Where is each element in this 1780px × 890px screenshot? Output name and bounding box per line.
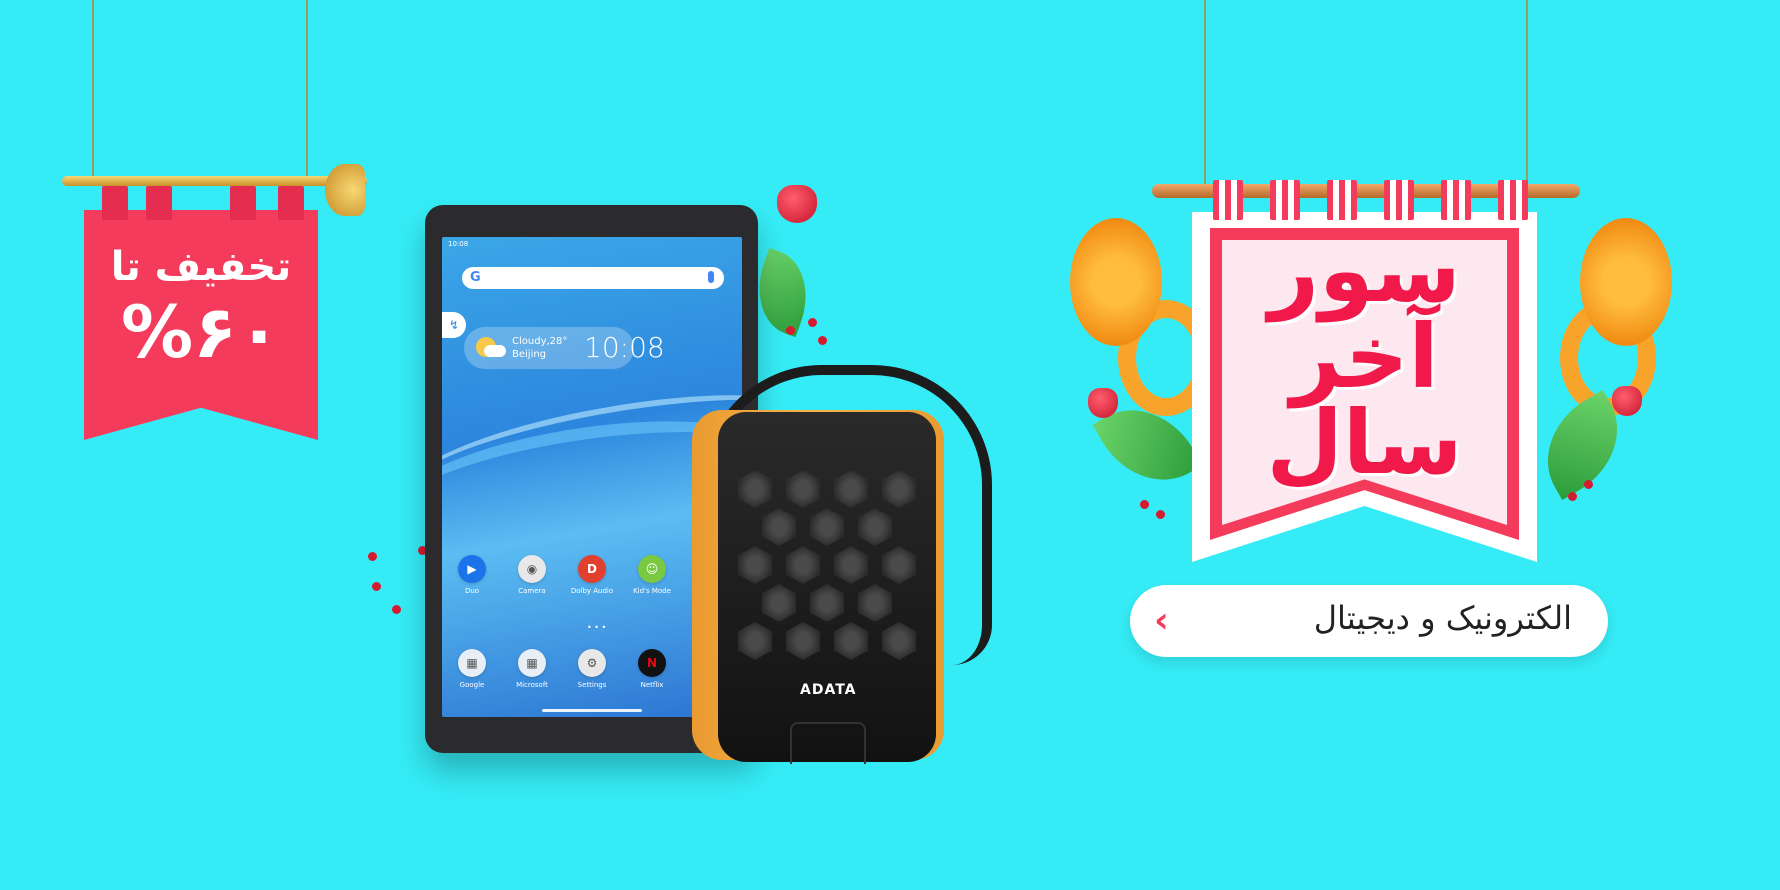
camera-icon: ▶ [458,555,486,583]
camera-icon: ◉ [518,555,546,583]
flag-tab [1441,180,1471,220]
google-logo-icon: G [470,270,481,285]
berry-icon [392,605,401,614]
app-microsoft[interactable]: ▦ Microsoft [507,649,557,689]
app-kid-s-mode[interactable]: ☺ Kid's Mode [627,555,677,595]
berry-icon [786,326,795,335]
banner-title: سور آخر سال [1266,219,1463,494]
flag-tab [230,186,256,220]
netflix-icon: N [638,649,666,677]
chevron-left-icon: ‹ [1154,600,1169,641]
app-label: Dolby Audio [570,587,614,595]
discount-label: تخفیف تا [110,244,292,290]
app-label: Google [459,681,485,689]
flag-tab [1384,180,1414,220]
berry-icon [1568,492,1577,501]
hanging-string [92,0,94,180]
berry-icon [808,318,817,327]
gear-icon: ⚙ [578,649,606,677]
app-camera[interactable]: ◉ Camera [507,555,557,595]
hanging-string [1204,0,1206,185]
hdd-brand-logo: ADATA [800,682,857,698]
tulip-icon [777,185,817,223]
google-search-bar[interactable]: G [462,267,724,289]
flag-tab [278,186,304,220]
folder-icon: ▦ [518,649,546,677]
category-label: الکترونیک و دیجیتال [1313,599,1572,637]
berry-icon [1584,480,1593,489]
hanging-string [1526,0,1528,185]
tulip-icon [1612,386,1642,416]
weather-city: Beijing [512,349,547,360]
weather-widget[interactable]: Cloudy,28° Beijing 10:08 [464,327,665,369]
promo-banner[interactable]: { "discount": { "line1": "تخفیف تا", "li… [0,0,1780,890]
berry-icon [818,336,827,345]
app-label: Camera [518,587,546,595]
flag-tab [102,186,128,220]
berry-icon [1156,510,1165,519]
app-settings[interactable]: ⚙ Settings [567,649,617,689]
berry-icon [368,552,377,561]
page-indicator: • • • [587,623,607,632]
folder-icon: ▦ [458,649,486,677]
app-label: Netflix [640,681,664,689]
trumpet-bell-icon [325,164,365,216]
flag-tab [1213,180,1243,220]
hdd-port [790,722,866,764]
side-panel-handle-icon[interactable]: ↯ [442,312,466,338]
kids-icon: ☺ [638,555,666,583]
berry-icon [1140,500,1149,509]
flag-tab [146,186,172,220]
flag-tab [1327,180,1357,220]
app-dolby-audio[interactable]: D Dolby Audio [567,555,617,595]
flag-tab [1270,180,1300,220]
mic-icon[interactable] [708,271,714,283]
tulip-icon [1088,388,1118,418]
app-label: Kid's Mode [633,587,671,595]
trumpet-icon [1070,218,1162,346]
weather-text: Cloudy,28° Beijing [512,335,567,361]
trumpet-rod [62,176,367,186]
app-netflix[interactable]: N Netflix [627,649,677,689]
app-label: Duo [464,587,480,595]
app-google[interactable]: ▦ Google [447,649,497,689]
hanging-string [306,0,308,180]
category-link-button[interactable]: ‹ الکترونیک و دیجیتال [1130,585,1608,657]
weather-condition: Cloudy,28° [512,336,568,347]
flag-tab [1498,180,1528,220]
discount-percent: %۶۰ [120,290,282,374]
berry-icon [372,582,381,591]
gesture-bar[interactable] [542,709,642,712]
app-label: Settings [577,681,607,689]
trumpet-icon [1580,218,1672,346]
app-duo[interactable]: ▶ Duo [447,555,497,595]
clock: 10:08 [584,331,665,364]
status-time: 10:08 [448,240,469,248]
dolby-icon: D [578,555,606,583]
app-label: Microsoft [516,681,548,689]
cloud-icon [484,345,506,357]
